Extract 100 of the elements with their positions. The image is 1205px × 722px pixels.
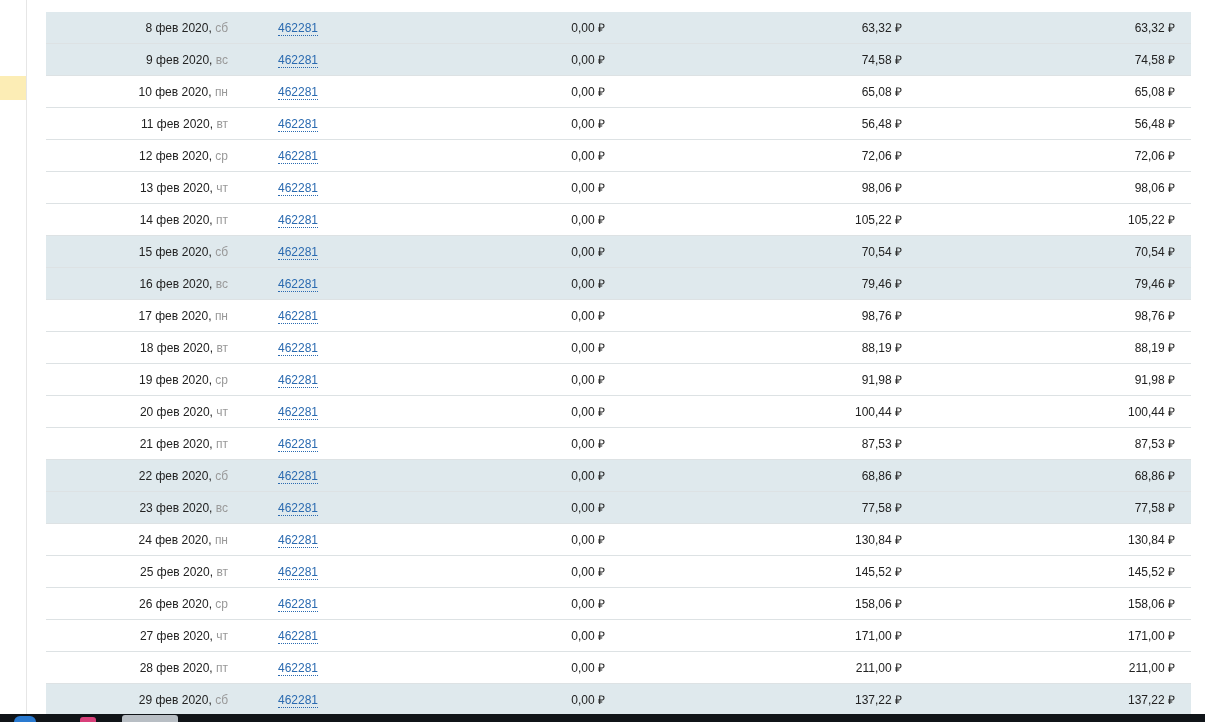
table-cell-text: 79,46 ₽ — [860, 276, 902, 292]
table-cell-text: 0,00 ₽ — [570, 628, 605, 644]
table-cell-text: 65,08 ₽ — [860, 84, 902, 100]
table-cell-text: 91,98 ₽ — [1133, 372, 1175, 388]
table-cell-text: 158,06 ₽ — [853, 596, 902, 612]
id-link[interactable]: 462281 — [278, 436, 319, 452]
id-link[interactable]: 462281 — [278, 404, 319, 420]
table-cell-text: 63,32 ₽ — [860, 20, 902, 36]
table-cell-text: 0,00 ₽ — [570, 116, 605, 132]
table-cell-text: 91,98 ₽ — [860, 372, 902, 388]
table-cell-text: 105,22 ₽ — [853, 212, 902, 228]
table-cell-text: 0,00 ₽ — [570, 596, 605, 612]
table-cell-text: 0,00 ₽ — [570, 212, 605, 228]
date-cell-text: 9 фев 2020, вс — [145, 52, 228, 67]
table-cell-text: 0,00 ₽ — [570, 660, 605, 676]
id-link[interactable]: 462281 — [278, 180, 319, 196]
id-link[interactable]: 462281 — [278, 628, 319, 644]
table-cell-text: 77,58 ₽ — [1133, 500, 1175, 516]
table-cell-text: 211,00 ₽ — [1127, 660, 1175, 676]
table-cell-text: 0,00 ₽ — [570, 308, 605, 324]
table-cell-text: 87,53 ₽ — [1133, 436, 1175, 452]
table-cell-text: 137,22 ₽ — [1126, 692, 1175, 708]
table-cell-text: 63,32 ₽ — [1133, 20, 1175, 36]
id-link[interactable]: 462281 — [278, 116, 319, 132]
table-cell-text: 0,00 ₽ — [570, 84, 605, 100]
date-cell-text: 19 фев 2020, ср — [138, 372, 228, 387]
table-cell-text: 0,00 ₽ — [570, 20, 605, 36]
date-cell-text: 25 фев 2020, вт — [139, 564, 228, 579]
id-link[interactable]: 462281 — [278, 244, 319, 260]
date-cell-text: 14 фев 2020, пт — [138, 212, 228, 227]
date-cell-text: 10 фев 2020, пн — [137, 84, 228, 99]
date-cell-text: 21 фев 2020, пт — [138, 436, 228, 451]
table-cell-text: 56,48 ₽ — [1133, 116, 1175, 132]
table-cell-text: 72,06 ₽ — [860, 148, 902, 164]
table-cell-text: 70,54 ₽ — [1133, 244, 1175, 260]
id-link[interactable]: 462281 — [278, 52, 319, 68]
id-link[interactable]: 462281 — [278, 84, 319, 100]
date-cell-text: 16 фев 2020, вс — [138, 276, 228, 291]
table-cell-text: 98,76 ₽ — [1133, 308, 1175, 324]
id-link[interactable]: 462281 — [278, 340, 319, 356]
table-cell-text: 145,52 ₽ — [1126, 564, 1175, 580]
id-link[interactable]: 462281 — [278, 532, 319, 548]
id-link[interactable]: 462281 — [278, 308, 319, 324]
table-cell-text: 0,00 ₽ — [570, 180, 605, 196]
table-cell-text: 171,00 ₽ — [853, 628, 902, 644]
date-cell-text: 26 фев 2020, ср — [138, 596, 228, 611]
id-link[interactable]: 462281 — [278, 564, 319, 580]
table-cell-text: 100,44 ₽ — [853, 404, 902, 420]
table-cell-text: 158,06 ₽ — [1126, 596, 1175, 612]
table-cell-text: 72,06 ₽ — [1133, 148, 1175, 164]
table-cell-text: 211,00 ₽ — [854, 660, 902, 676]
date-cell-text: 15 фев 2020, сб — [137, 244, 228, 259]
date-cell-text: 17 фев 2020, пн — [137, 308, 228, 323]
date-cell-text: 11 фев 2020, вт — [139, 116, 228, 131]
date-cell-text: 13 фев 2020, чт — [138, 180, 228, 195]
date-cell-text: 28 фев 2020, пт — [138, 660, 228, 675]
table-cell-text: 98,06 ₽ — [860, 180, 902, 196]
id-link[interactable]: 462281 — [278, 660, 319, 676]
table-cell-text: 0,00 ₽ — [570, 436, 605, 452]
table-cell-text: 74,58 ₽ — [1133, 52, 1175, 68]
id-link[interactable]: 462281 — [278, 468, 319, 484]
id-link[interactable]: 462281 — [278, 276, 319, 292]
date-cell-text: 22 фев 2020, сб — [137, 468, 228, 483]
id-link[interactable]: 462281 — [278, 692, 319, 708]
table-cell-text: 0,00 ₽ — [570, 468, 605, 484]
table-cell-text: 88,19 ₽ — [1133, 340, 1175, 356]
sidebar-highlight — [0, 76, 26, 100]
date-cell-text: 18 фев 2020, вт — [139, 340, 228, 355]
date-cell-text: 24 фев 2020, пн — [137, 532, 228, 547]
table-cell-text: 130,84 ₽ — [1126, 532, 1175, 548]
table-cell-text: 137,22 ₽ — [853, 692, 902, 708]
table-cell-text: 65,08 ₽ — [1133, 84, 1175, 100]
table-cell-text: 0,00 ₽ — [570, 52, 605, 68]
table-cell-text: 0,00 ₽ — [570, 372, 605, 388]
table-cell-text: 145,52 ₽ — [853, 564, 902, 580]
table-cell-text: 56,48 ₽ — [860, 116, 902, 132]
table-cell-text: 0,00 ₽ — [570, 244, 605, 260]
table-cell-text: 74,58 ₽ — [860, 52, 902, 68]
table-cell-text: 105,22 ₽ — [1126, 212, 1175, 228]
table-cell-text: 0,00 ₽ — [570, 692, 605, 708]
id-link[interactable]: 462281 — [278, 596, 319, 612]
table-cell-text: 0,00 ₽ — [570, 500, 605, 516]
id-link[interactable]: 462281 — [278, 20, 319, 36]
table-cell-text: 98,06 ₽ — [1133, 180, 1175, 196]
table-cell-text: 70,54 ₽ — [860, 244, 902, 260]
id-link[interactable]: 462281 — [278, 500, 319, 516]
table-cell-text: 0,00 ₽ — [570, 404, 605, 420]
table-cell-text: 0,00 ₽ — [570, 564, 605, 580]
date-cell-text: 29 фев 2020, сб — [137, 692, 228, 707]
date-cell-text: 20 фев 2020, чт — [138, 404, 228, 419]
table-cell-text: 79,46 ₽ — [1133, 276, 1175, 292]
id-link[interactable]: 462281 — [278, 212, 319, 228]
table-cell-text: 77,58 ₽ — [860, 500, 902, 516]
date-cell-text: 8 фев 2020, сб — [144, 20, 228, 35]
id-link[interactable]: 462281 — [278, 148, 319, 164]
table-cell-text: 0,00 ₽ — [570, 148, 605, 164]
id-link[interactable]: 462281 — [278, 372, 319, 388]
table-cell-text: 0,00 ₽ — [570, 340, 605, 356]
table-cell-text: 68,86 ₽ — [860, 468, 902, 484]
table-cell-text: 98,76 ₽ — [860, 308, 902, 324]
